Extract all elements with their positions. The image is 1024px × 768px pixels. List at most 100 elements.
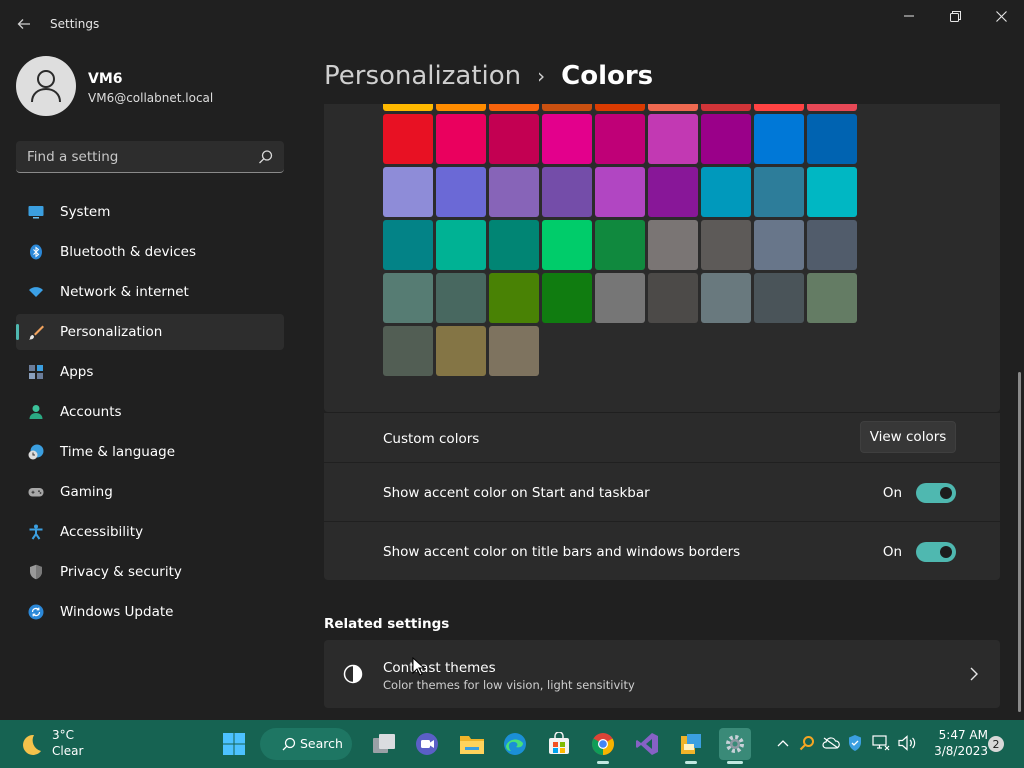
sidebar-item-windows-update[interactable]: Windows Update	[16, 594, 284, 630]
accent-color-swatch[interactable]	[648, 114, 698, 164]
network-status[interactable]	[872, 734, 890, 752]
accent-color-swatch[interactable]	[436, 220, 486, 270]
user-profile[interactable]: VM6 VM6@collabnet.local	[16, 56, 286, 118]
accent-title-bars-toggle[interactable]	[916, 542, 956, 562]
accent-color-swatch[interactable]	[383, 104, 433, 111]
accent-color-swatch[interactable]	[701, 220, 751, 270]
accent-color-swatch[interactable]	[648, 273, 698, 323]
task-view-button[interactable]	[368, 728, 400, 760]
settings-taskbar-button[interactable]	[719, 728, 751, 764]
teams-chat-button[interactable]	[411, 728, 443, 760]
start-button[interactable]	[218, 728, 250, 760]
accent-color-swatch[interactable]	[701, 167, 751, 217]
show-hidden-icons-button[interactable]	[774, 734, 792, 752]
chrome-button[interactable]	[587, 728, 619, 764]
sidebar-item-label: System	[60, 204, 111, 220]
accent-color-swatch[interactable]	[489, 114, 539, 164]
accent-color-swatch[interactable]	[648, 104, 698, 111]
accent-color-swatch[interactable]	[542, 104, 592, 111]
accent-color-swatch[interactable]	[489, 326, 539, 376]
accent-start-taskbar-toggle[interactable]	[916, 483, 956, 503]
minimize-button[interactable]	[886, 0, 932, 32]
accent-color-swatch[interactable]	[542, 273, 592, 323]
accent-color-swatch[interactable]	[807, 114, 857, 164]
accent-color-swatch[interactable]	[383, 273, 433, 323]
volume-control[interactable]	[898, 734, 916, 752]
accent-color-swatch[interactable]	[754, 273, 804, 323]
search-input[interactable]	[16, 141, 256, 172]
accent-color-swatch[interactable]	[595, 167, 645, 217]
taskbar-search-label: Search	[300, 736, 343, 751]
accounts-icon	[29, 405, 43, 419]
accent-color-swatch[interactable]	[436, 104, 486, 111]
sidebar-item-privacy[interactable]: Privacy & security	[16, 554, 284, 590]
accent-color-swatch[interactable]	[595, 114, 645, 164]
sidebar-item-gaming[interactable]: Gaming	[16, 474, 284, 510]
taskbar-clock[interactable]: 5:47 AM 3/8/2023	[924, 728, 988, 758]
accent-color-swatch[interactable]	[807, 220, 857, 270]
accent-color-swatch[interactable]	[701, 273, 751, 323]
accent-color-swatch[interactable]	[383, 114, 433, 164]
accent-color-swatch[interactable]	[383, 167, 433, 217]
accent-color-swatch[interactable]	[383, 326, 433, 376]
windows-security-status[interactable]	[846, 734, 864, 752]
onedrive-status[interactable]	[822, 734, 840, 752]
weather-temperature: 3°C	[52, 728, 75, 742]
accent-color-swatch[interactable]	[648, 167, 698, 217]
maximize-button[interactable]	[932, 0, 978, 32]
accent-color-swatch[interactable]	[701, 114, 751, 164]
taskbar-search-button[interactable]: Search	[260, 728, 352, 760]
accent-color-swatch[interactable]	[754, 167, 804, 217]
weather-widget[interactable]: 3°C Clear	[18, 728, 138, 760]
accent-color-swatch[interactable]	[754, 114, 804, 164]
edge-icon	[504, 733, 526, 755]
accent-color-swatch[interactable]	[807, 104, 857, 111]
sidebar-item-network[interactable]: Network & internet	[16, 274, 284, 310]
accent-color-swatch[interactable]	[648, 220, 698, 270]
sidebar-item-accessibility[interactable]: Accessibility	[16, 514, 284, 550]
accent-color-swatch[interactable]	[542, 114, 592, 164]
sidebar-item-accounts[interactable]: Accounts	[16, 394, 284, 430]
sidebar-item-label: Privacy & security	[60, 564, 182, 580]
accent-color-swatch[interactable]	[542, 220, 592, 270]
accent-color-swatch[interactable]	[595, 220, 645, 270]
search-icon[interactable]	[258, 149, 274, 165]
accent-color-swatch[interactable]	[595, 104, 645, 111]
accent-color-card	[324, 104, 1000, 412]
accent-color-swatch[interactable]	[595, 273, 645, 323]
accent-color-swatch[interactable]	[489, 104, 539, 111]
back-button[interactable]	[10, 10, 38, 38]
package-app-button[interactable]	[675, 728, 707, 764]
visual-studio-button[interactable]	[631, 728, 663, 760]
tray-search-tool[interactable]	[798, 734, 816, 752]
accent-color-swatch[interactable]	[701, 104, 751, 111]
accent-color-swatch[interactable]	[436, 273, 486, 323]
edge-button[interactable]	[499, 728, 531, 760]
scrollbar[interactable]	[1018, 372, 1021, 712]
accent-color-swatch[interactable]	[436, 167, 486, 217]
system-display-icon	[28, 206, 44, 219]
accent-color-swatch[interactable]	[489, 167, 539, 217]
accent-color-swatch[interactable]	[383, 220, 433, 270]
accent-color-swatch[interactable]	[542, 167, 592, 217]
sidebar-item-apps[interactable]: Apps	[16, 354, 284, 390]
sidebar-item-personalization[interactable]: Personalization	[16, 314, 284, 350]
accent-color-swatch[interactable]	[489, 220, 539, 270]
close-button[interactable]	[978, 0, 1024, 32]
breadcrumb-parent[interactable]: Personalization	[324, 61, 521, 91]
sidebar-item-system[interactable]: System	[16, 194, 284, 230]
file-explorer-button[interactable]	[456, 728, 488, 760]
accent-color-swatch[interactable]	[754, 220, 804, 270]
accent-color-swatch[interactable]	[436, 326, 486, 376]
accent-color-swatch[interactable]	[807, 273, 857, 323]
notification-badge[interactable]: 2	[988, 736, 1004, 752]
accent-color-swatch[interactable]	[436, 114, 486, 164]
accent-color-swatch[interactable]	[489, 273, 539, 323]
accent-color-swatch[interactable]	[754, 104, 804, 111]
view-colors-button[interactable]: View colors	[860, 421, 956, 453]
toggle-label: Show accent color on title bars and wind…	[383, 544, 741, 560]
sidebar-item-bluetooth[interactable]: Bluetooth & devices	[16, 234, 284, 270]
store-button[interactable]	[543, 728, 575, 760]
sidebar-item-time-language[interactable]: Time & language	[16, 434, 284, 470]
accent-color-swatch[interactable]	[807, 167, 857, 217]
